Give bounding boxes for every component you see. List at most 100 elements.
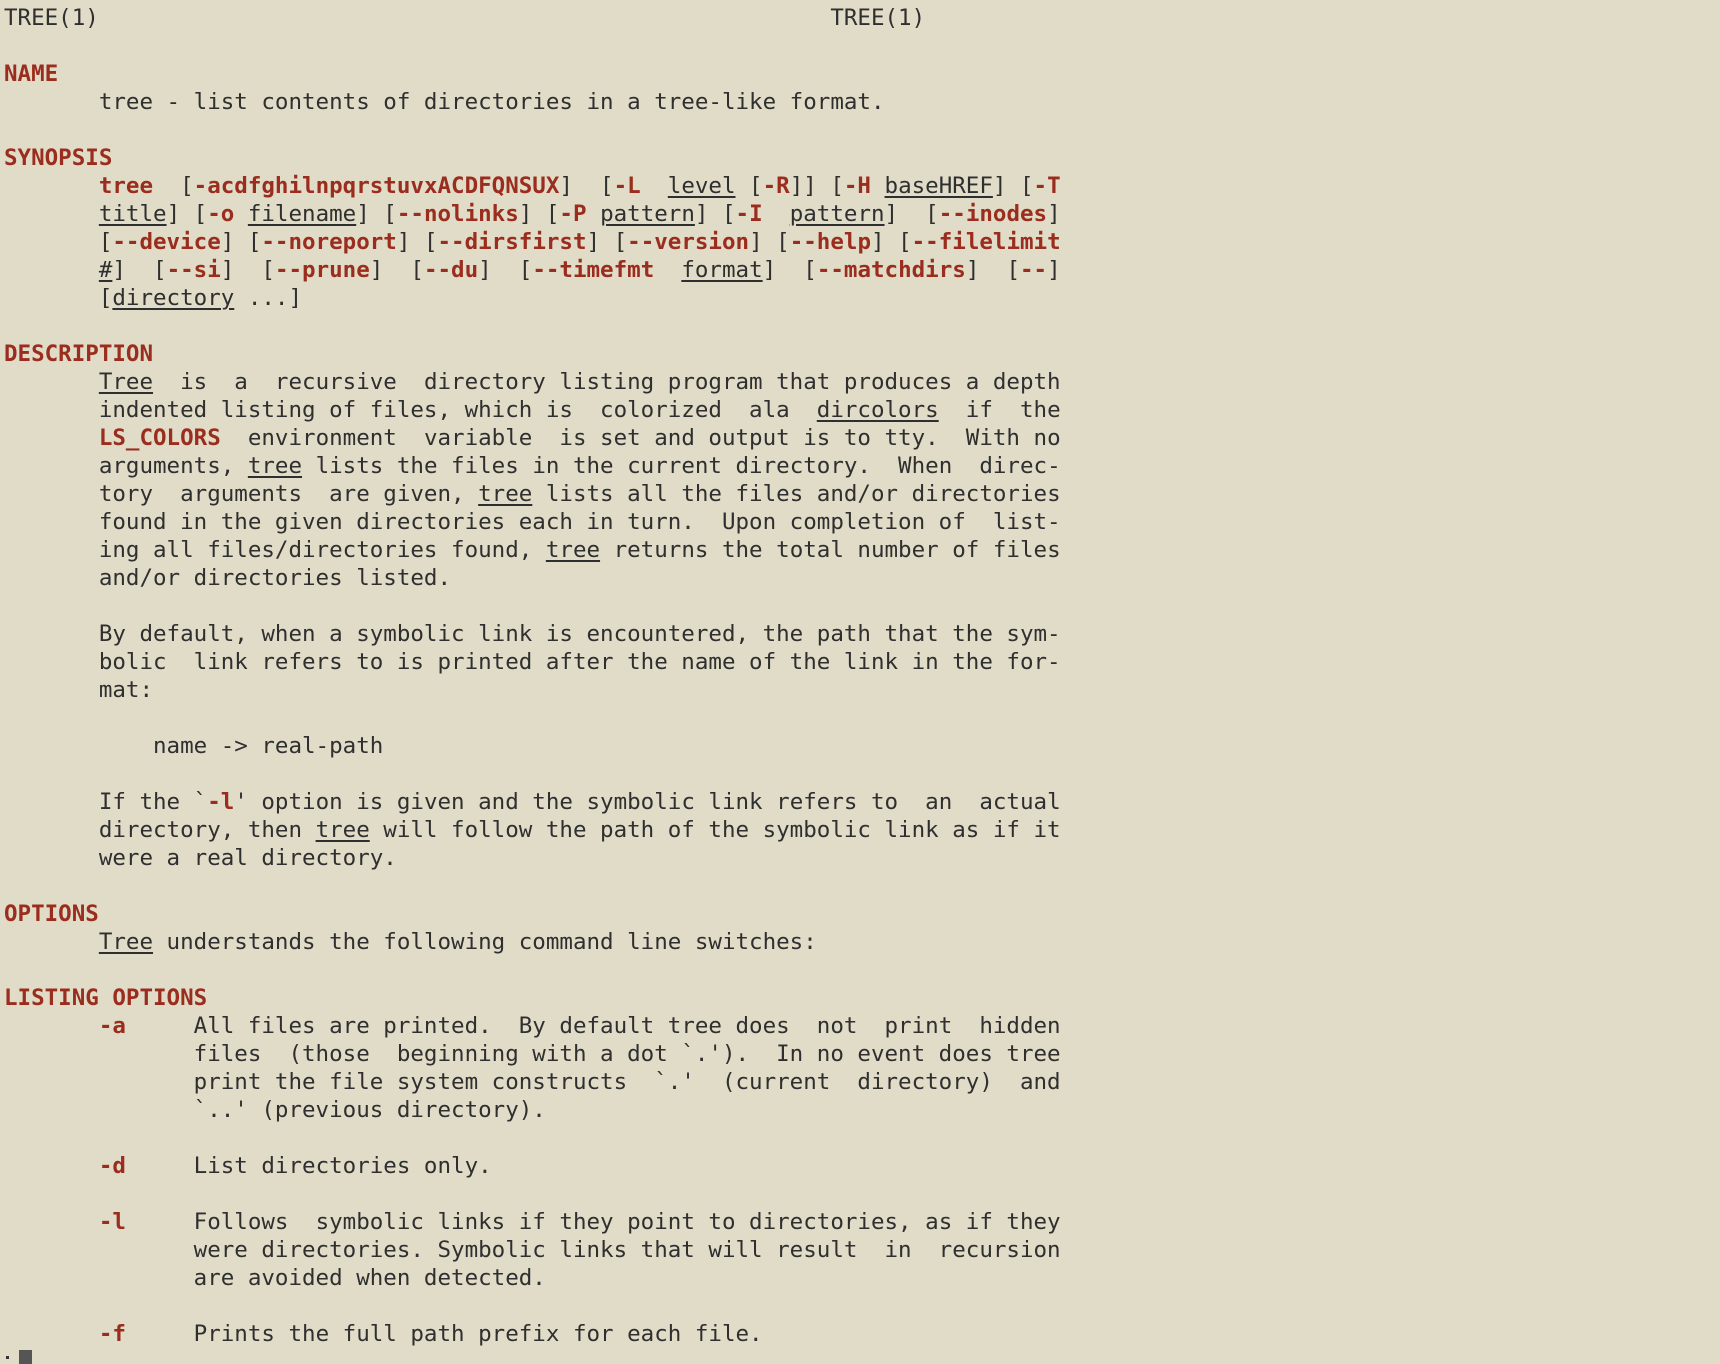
man-line: SYNOPSIS	[4, 144, 1061, 172]
bold-text-segment: --	[1020, 257, 1048, 283]
underlined-text-segment: tree	[315, 817, 370, 843]
bold-text-segment: --timefmt	[532, 257, 655, 283]
man-line: are avoided when detected.	[4, 1264, 1061, 1292]
text-segment	[4, 1013, 99, 1039]
bold-text-segment: --dirsfirst	[437, 229, 587, 255]
text-segment: indented listing of files, which is colo…	[4, 397, 817, 423]
text-segment: ] [	[586, 229, 628, 255]
text-segment: are avoided when detected.	[4, 1265, 546, 1291]
underlined-text-segment: dircolors	[816, 397, 939, 423]
text-segment: [	[4, 285, 113, 311]
man-line: directory, then tree will follow the pat…	[4, 816, 1061, 844]
bold-text-segment: tree	[98, 173, 154, 199]
text-segment: name -> real-path	[4, 733, 384, 759]
text-segment	[641, 173, 668, 199]
underlined-text-segment: tree	[478, 481, 533, 507]
bold-text-segment: -o	[207, 201, 235, 227]
text-segment	[654, 257, 681, 283]
text-segment: if the	[938, 397, 1061, 423]
text-segment: tory arguments are given,	[4, 481, 479, 507]
bold-text-segment: NAME	[4, 61, 59, 87]
underlined-text-segment: #	[98, 257, 113, 283]
bold-text-segment: -I	[735, 201, 763, 227]
text-segment: directory, then	[4, 817, 316, 843]
bold-text-segment: --nolinks	[396, 201, 519, 227]
underlined-text-segment: Tree	[98, 369, 154, 395]
man-line: LS_COLORS environment variable is set an…	[4, 424, 1061, 452]
text-segment: ] [	[478, 257, 533, 283]
text-segment: arguments,	[4, 453, 248, 479]
man-line: -a All files are printed. By default tre…	[4, 1012, 1061, 1040]
text-segment: List directories only.	[125, 1153, 492, 1179]
bold-text-segment: --filelimit	[911, 229, 1061, 255]
text-segment	[4, 369, 99, 395]
man-line: #] [--si] [--prune] [--du] [--timefmt fo…	[4, 256, 1061, 284]
underlined-text-segment: directory	[112, 285, 235, 311]
text-segment: ] [	[749, 229, 790, 255]
underlined-text-segment: baseHREF	[884, 173, 993, 199]
bold-text-segment: -L	[613, 173, 641, 199]
man-line	[4, 116, 1061, 144]
bold-text-segment: --du	[423, 257, 479, 283]
text-segment: ] [	[220, 257, 275, 283]
man-line: ing all files/directories found, tree re…	[4, 536, 1061, 564]
text-segment: will follow the path of the symbolic lin…	[369, 817, 1061, 843]
man-line: DESCRIPTION	[4, 340, 1061, 368]
pager-prompt-dot	[6, 1356, 9, 1359]
man-line	[4, 760, 1061, 788]
man-line: print the file system constructs `.' (cu…	[4, 1068, 1061, 1096]
text-segment: ] [	[112, 257, 167, 283]
text-segment	[4, 425, 99, 451]
text-segment: environment variable is set and output i…	[220, 425, 1061, 451]
text-segment: Follows symbolic links if they point to …	[125, 1209, 1061, 1235]
text-segment: ] [	[694, 201, 736, 227]
man-line: files (those beginning with a dot `.'). …	[4, 1040, 1061, 1068]
bold-text-segment: --si	[166, 257, 221, 283]
underlined-text-segment: tree	[247, 453, 303, 479]
man-line: LISTING OPTIONS	[4, 984, 1061, 1012]
text-segment: [	[735, 173, 763, 199]
underlined-text-segment: filename	[247, 201, 357, 227]
man-line: title] [-o filename] [--nolinks] [-P pat…	[4, 200, 1061, 228]
bold-text-segment: -T	[1033, 173, 1061, 199]
text-segment: is a recursive directory listing program…	[153, 369, 1061, 395]
man-line	[4, 956, 1061, 984]
text-segment	[4, 1209, 99, 1235]
text-segment: By default, when a symbolic link is enco…	[4, 621, 1061, 647]
man-line: mat:	[4, 676, 1061, 704]
text-segment: Prints the full path prefix for each fil…	[125, 1321, 763, 1347]
man-line	[4, 1180, 1061, 1208]
text-segment: ] [	[884, 201, 939, 227]
man-line	[4, 32, 1061, 60]
underlined-text-segment: tree	[545, 537, 601, 563]
man-line: found in the given directories each in t…	[4, 508, 1061, 536]
man-line: tree - list contents of directories in a…	[4, 88, 1061, 116]
man-line: [--device] [--noreport] [--dirsfirst] [-…	[4, 228, 1061, 256]
text-segment: ] [	[762, 257, 817, 283]
bold-text-segment: -d	[98, 1153, 126, 1179]
man-page-terminal[interactable]: TREE(1) TREE(1) NAME tree - list contents…	[4, 4, 1061, 1348]
text-segment	[4, 257, 99, 283]
text-segment: were directories. Symbolic links that wi…	[4, 1237, 1061, 1263]
text-segment: [	[4, 229, 113, 255]
underlined-text-segment: pattern	[789, 201, 885, 227]
text-segment: files (those beginning with a dot `.'). …	[4, 1041, 1061, 1067]
man-line: tory arguments are given, tree lists all…	[4, 480, 1061, 508]
text-segment	[4, 201, 99, 227]
bold-text-segment: --noreport	[261, 229, 397, 255]
man-line: were a real directory.	[4, 844, 1061, 872]
bold-text-segment: -l	[207, 789, 235, 815]
man-line: If the `-l' option is given and the symb…	[4, 788, 1061, 816]
man-line: indented listing of files, which is colo…	[4, 396, 1061, 424]
underlined-text-segment: format	[681, 257, 763, 283]
text-segment: ] [	[220, 229, 262, 255]
text-segment: returns the total number of files	[600, 537, 1061, 563]
text-segment: ] [	[518, 201, 560, 227]
text-segment: ] [	[369, 257, 424, 283]
text-segment: mat:	[4, 677, 154, 703]
man-line: were directories. Symbolic links that wi…	[4, 1236, 1061, 1264]
text-segment: ing all files/directories found,	[4, 537, 546, 563]
bold-text-segment: DESCRIPTION	[4, 341, 154, 367]
text-segment: tree - list contents of directories in a…	[4, 89, 885, 115]
man-line: bolic link refers to is printed after th…	[4, 648, 1061, 676]
